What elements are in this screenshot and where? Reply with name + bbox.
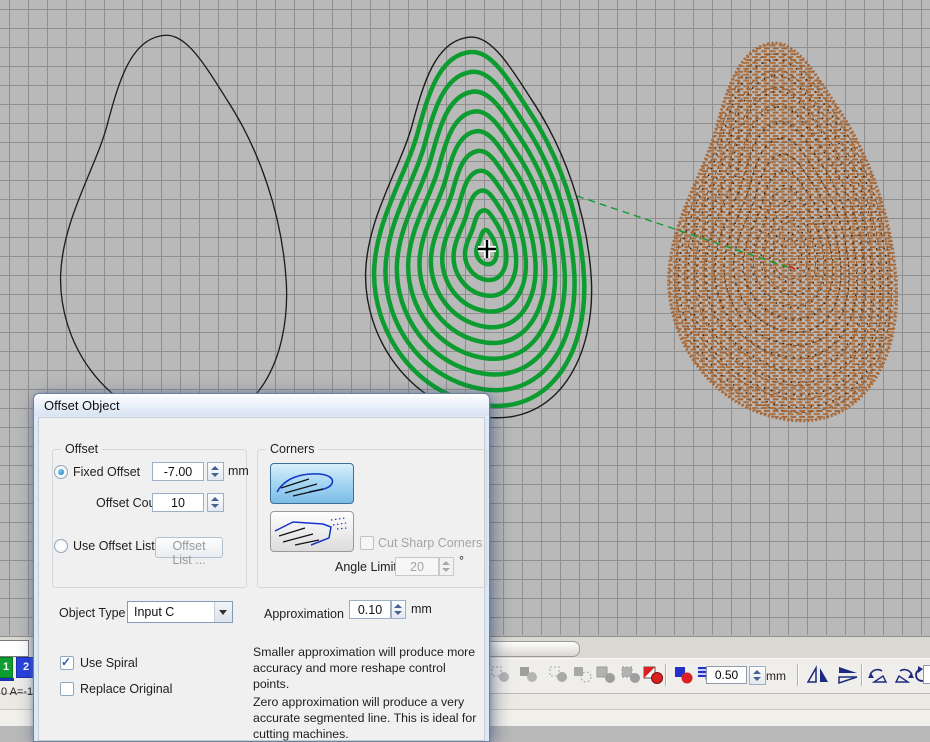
spiral-offset-object [366, 37, 592, 418]
stitch-length-input[interactable] [706, 666, 747, 684]
offset-list-button[interactable]: Offset List ... [155, 537, 223, 558]
approximation-spinner[interactable] [391, 600, 406, 619]
boolean-op-3-icon[interactable] [548, 665, 570, 685]
stitch-length-unit: mm [766, 669, 786, 683]
sharp-corners-button[interactable] [270, 511, 354, 552]
cut-sharp-corners-label: Cut Sharp Corners [378, 536, 482, 550]
offset-object-dialog: Offset Object Offset Fixed Offset mm Off… [33, 393, 490, 742]
angle-limit-spinner[interactable] [439, 557, 454, 576]
remove-overlaps-icon[interactable] [673, 665, 695, 685]
angle-limit-label: Angle Limit [335, 560, 397, 574]
approximation-label: Approximation [264, 607, 344, 621]
fixed-offset-radio[interactable] [54, 465, 68, 479]
boolean-op-4-icon[interactable] [572, 665, 594, 685]
use-spiral-checkbox[interactable] [60, 656, 74, 670]
approximation-input[interactable] [349, 600, 391, 619]
corners-group-label: Corners [266, 442, 318, 456]
toolbar-separator [861, 664, 863, 686]
use-offset-list-radio[interactable] [54, 539, 68, 553]
approximation-unit: mm [411, 602, 432, 616]
fixed-offset-spinner[interactable] [207, 462, 224, 481]
angle-input-fragment[interactable] [923, 665, 930, 684]
boolean-op-5-icon[interactable] [595, 665, 617, 685]
round-corners-button[interactable] [270, 463, 354, 504]
boolean-op-2-icon[interactable] [518, 665, 540, 685]
mirror-vertical-icon[interactable] [835, 665, 861, 685]
boolean-op-6-icon[interactable] [620, 665, 642, 685]
outline-object [61, 35, 287, 424]
toolbar-separator [665, 664, 667, 686]
replace-original-checkbox[interactable] [60, 682, 74, 696]
offset-group-label: Offset [61, 442, 102, 456]
palette-selection-underline [0, 678, 14, 681]
knife-overlap-icon[interactable] [642, 665, 664, 685]
toolbar-separator [797, 664, 799, 686]
fixed-offset-label: Fixed Offset [73, 465, 140, 479]
mirror-horizontal-icon[interactable] [805, 665, 831, 685]
chevron-down-icon[interactable] [214, 602, 232, 622]
object-type-value: Input C [134, 605, 174, 619]
object-type-dropdown[interactable]: Input C [127, 601, 233, 623]
palette-color-1[interactable]: 1 [0, 657, 13, 678]
dialog-client-area: Offset Fixed Offset mm Offset Count Use … [38, 417, 485, 741]
stitched-object [669, 43, 897, 421]
boolean-op-1-icon[interactable] [490, 665, 512, 685]
angle-limit-input[interactable] [395, 557, 439, 576]
round-corners-icon [271, 466, 349, 501]
approximation-note-2: Zero approximation will produce a very a… [253, 694, 481, 742]
left-input-fragment[interactable] [0, 640, 29, 657]
use-offset-list-label: Use Offset List [73, 539, 155, 553]
embroidery-app-window: { "dialog": { "title": "Offset Object", … [0, 0, 930, 726]
dialog-title: Offset Object [44, 398, 120, 413]
stitch-length-spinner[interactable] [749, 666, 766, 685]
object-type-label: Object Type [59, 606, 125, 620]
sharp-corners-icon [271, 514, 349, 549]
rotate-left-icon[interactable] [866, 665, 890, 685]
offset-count-spinner[interactable] [207, 493, 224, 512]
dialog-titlebar[interactable]: Offset Object [34, 394, 489, 416]
angle-limit-unit: ° [459, 554, 464, 568]
approximation-note-1: Smaller approximation will produce more … [253, 644, 481, 692]
use-spiral-label: Use Spiral [80, 656, 138, 670]
fixed-offset-unit: mm [228, 464, 249, 478]
cut-sharp-corners-checkbox[interactable] [360, 536, 374, 550]
offset-count-input[interactable] [152, 493, 204, 512]
replace-original-label: Replace Original [80, 682, 172, 696]
fixed-offset-input[interactable] [152, 462, 204, 481]
